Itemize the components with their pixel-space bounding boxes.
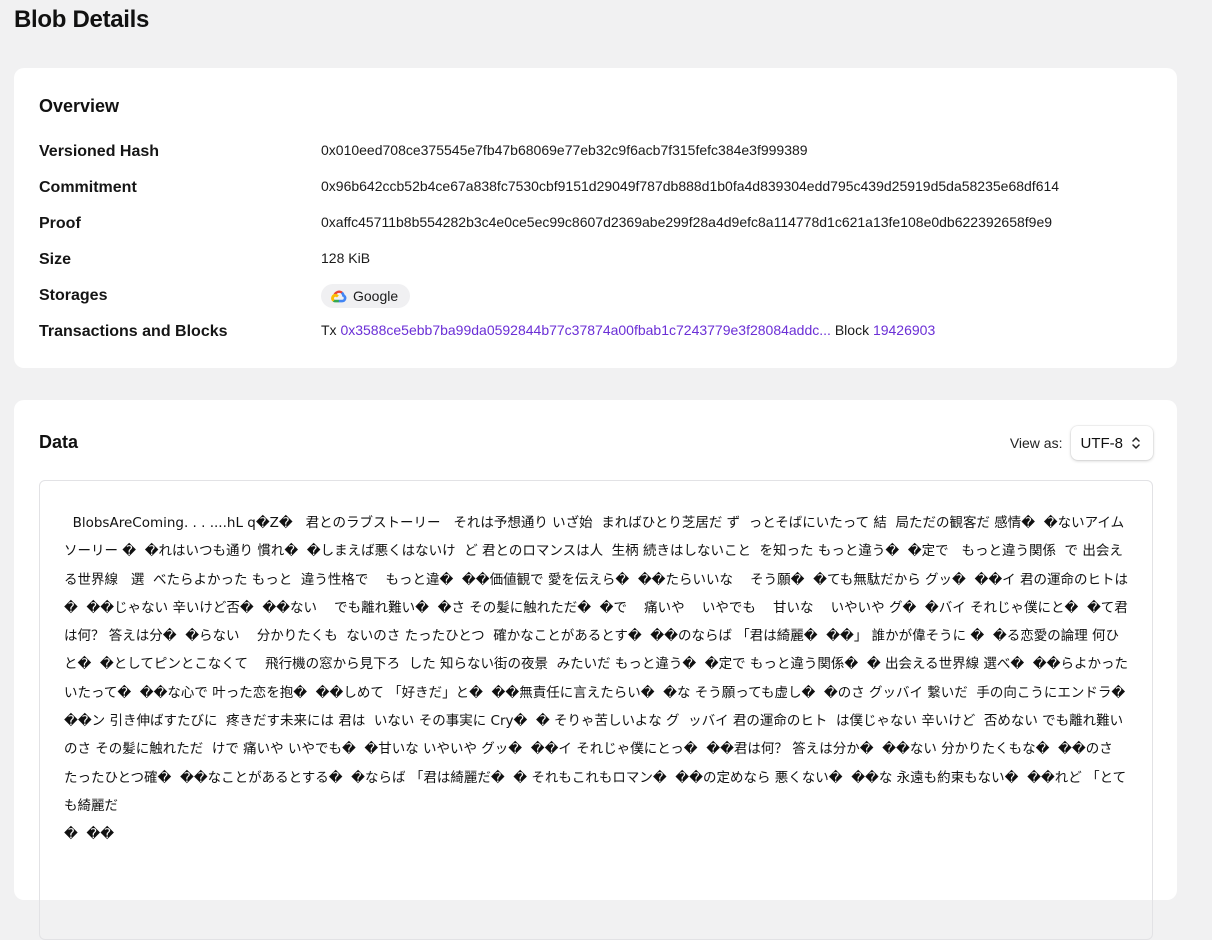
encoding-select[interactable]: UTF-8 bbox=[1070, 426, 1153, 460]
block-prefix: Block bbox=[834, 322, 870, 338]
storages-label: Storages bbox=[39, 287, 108, 304]
transaction-info: Tx 0x3588ce5ebb7ba99da0592844b77c37874a0… bbox=[321, 320, 935, 340]
blob-data-viewer[interactable]: BlobsAreComing. . . ....hL q�Z� 君とのラブストー… bbox=[39, 480, 1153, 940]
blob-data-content: BlobsAreComing. . . ....hL q�Z� 君とのラブストー… bbox=[64, 515, 1128, 843]
versioned-hash-label: Versioned Hash bbox=[39, 143, 160, 160]
chevron-updown-icon bbox=[1131, 436, 1141, 450]
data-card: Data View as: UTF-8 BlobsAreComing. . . … bbox=[14, 400, 1177, 940]
versioned-hash-value: 0x010eed708ce375545e7fb47b68069e77eb32c9… bbox=[321, 142, 808, 158]
data-title: Data bbox=[39, 432, 79, 452]
size-value: 128 KiB bbox=[321, 250, 371, 266]
transactions-label: Transactions and Blocks bbox=[39, 323, 228, 340]
tx-prefix: Tx bbox=[321, 322, 337, 338]
storage-badge-label: Google bbox=[353, 288, 399, 304]
size-label: Size bbox=[39, 251, 72, 268]
storage-badge-google[interactable]: Google bbox=[321, 284, 411, 308]
overview-card: Overview Versioned Hash 0x010eed708ce375… bbox=[14, 68, 1177, 368]
commitment-row: Commitment 0x96b642ccb52b4ce67a838fc7530… bbox=[39, 174, 1157, 202]
proof-row: Proof 0xaffc45711b8b554282b3c4e0ce5ec99c… bbox=[39, 210, 1157, 238]
google-cloud-icon bbox=[331, 290, 347, 303]
overview-title: Overview bbox=[39, 96, 120, 116]
page-title: Blob Details bbox=[14, 6, 150, 33]
proof-label: Proof bbox=[39, 215, 81, 232]
block-number-link[interactable]: 19426903 bbox=[873, 322, 935, 338]
commitment-value: 0x96b642ccb52b4ce67a838fc7530cbf9151d290… bbox=[321, 178, 1060, 194]
transaction-hash-link[interactable]: 0x3588ce5ebb7ba99da0592844b77c37874a00fb… bbox=[340, 322, 830, 338]
versioned-hash-row: Versioned Hash 0x010eed708ce375545e7fb47… bbox=[39, 138, 1157, 166]
encoding-selected-value: UTF-8 bbox=[1080, 434, 1124, 452]
proof-value: 0xaffc45711b8b554282b3c4e0ce5ec99c8607d2… bbox=[321, 214, 1053, 230]
transactions-row: Transactions and Blocks Tx 0x3588ce5ebb7… bbox=[39, 318, 1157, 346]
size-row: Size 128 KiB bbox=[39, 246, 1157, 274]
view-as-label: View as: bbox=[1009, 435, 1063, 451]
storages-row: Storages Google bbox=[39, 282, 1157, 310]
view-as-control: View as: UTF-8 bbox=[1010, 426, 1153, 460]
commitment-label: Commitment bbox=[39, 179, 137, 196]
